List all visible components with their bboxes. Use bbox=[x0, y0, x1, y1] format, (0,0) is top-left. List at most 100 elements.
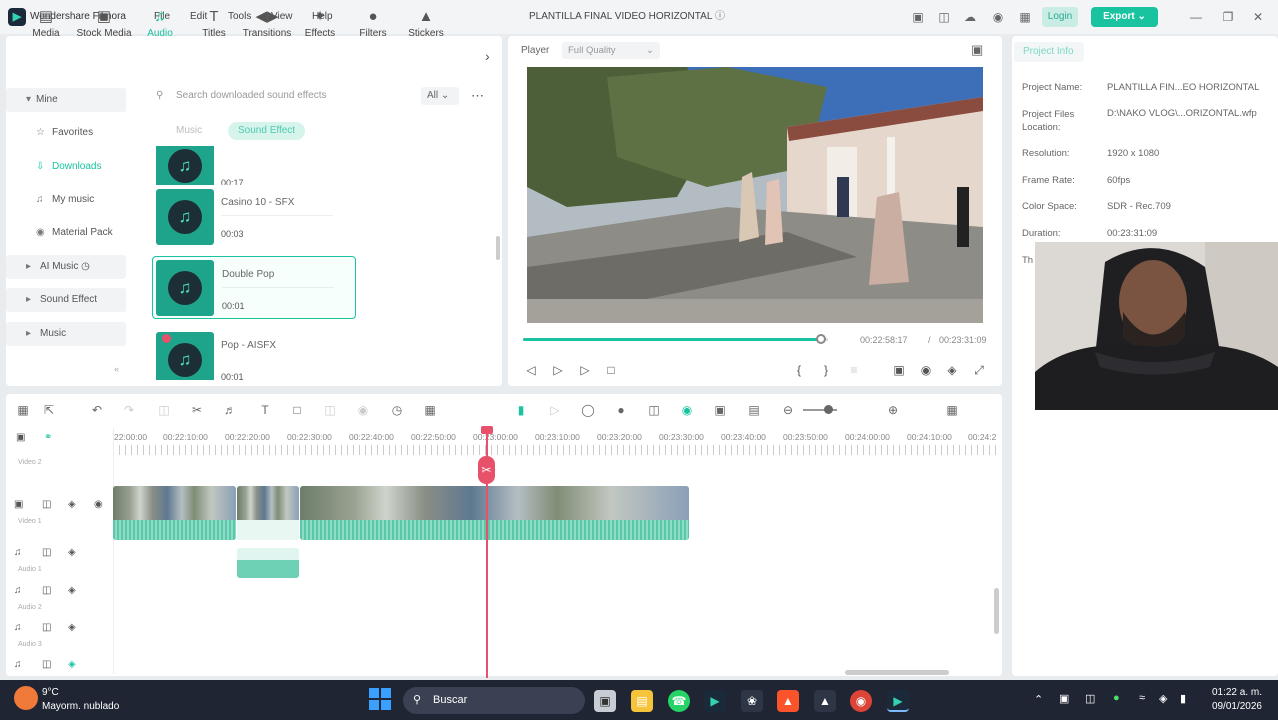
marker-icon[interactable]: ▤ bbox=[745, 403, 763, 417]
tab-project-info[interactable]: Project Info bbox=[1014, 42, 1084, 62]
chevron-up-icon[interactable]: ⌃ bbox=[1034, 693, 1043, 706]
task-view-icon[interactable]: ▣ bbox=[594, 690, 616, 712]
clock-date[interactable]: 09/01/2026 bbox=[1206, 701, 1262, 712]
mute-icon[interactable]: ◈ bbox=[68, 547, 76, 558]
color-icon[interactable]: ◉ bbox=[354, 403, 372, 417]
tab-effects[interactable]: ✦ Effects bbox=[292, 6, 348, 46]
shield-icon[interactable]: ◯ bbox=[579, 403, 597, 417]
filmora-taskbar-icon[interactable]: ▶ bbox=[704, 690, 726, 712]
delete-icon[interactable]: ◫ bbox=[155, 403, 173, 417]
undo-icon[interactable]: ↶ bbox=[88, 403, 106, 417]
play-reverse-icon[interactable]: ▷ bbox=[550, 363, 566, 377]
zoom-in-icon[interactable]: ⊕ bbox=[884, 403, 902, 417]
more-options-icon[interactable]: ⋯ bbox=[471, 88, 484, 104]
previous-frame-icon[interactable]: ◁ bbox=[523, 363, 539, 377]
apps-icon[interactable]: ▦ bbox=[1017, 9, 1033, 25]
weather-icon[interactable] bbox=[14, 686, 38, 710]
close-icon[interactable]: ✕ bbox=[1250, 9, 1266, 25]
chevron-right-icon[interactable]: › bbox=[485, 48, 490, 64]
save-icon[interactable]: ◫ bbox=[936, 9, 952, 25]
ai-tool-icon[interactable]: ▮ bbox=[512, 403, 530, 417]
render-icon[interactable]: ▷ bbox=[546, 403, 564, 417]
layout-icon[interactable]: ▦ bbox=[14, 403, 32, 417]
speaker-icon[interactable]: ◈ bbox=[1159, 692, 1167, 705]
mark-in-icon[interactable]: { bbox=[791, 363, 807, 377]
fullscreen-icon[interactable]: ⤢ bbox=[971, 363, 987, 378]
audio-edit-icon[interactable]: ♬ bbox=[221, 403, 239, 417]
restore-icon[interactable]: ❐ bbox=[1220, 9, 1236, 25]
more-tools-icon[interactable]: ▦ bbox=[421, 403, 439, 417]
crop-icon[interactable]: □ bbox=[288, 403, 306, 417]
sidebar-item-favorites[interactable]: ☆ Favorites bbox=[6, 121, 126, 145]
playhead-top-handle[interactable] bbox=[481, 426, 493, 434]
brave-icon[interactable]: ▲ bbox=[777, 690, 799, 712]
scissors-icon[interactable]: ✂ bbox=[478, 456, 495, 484]
cloud-icon[interactable]: ☁ bbox=[962, 9, 978, 25]
volume-icon[interactable]: ◈ bbox=[944, 363, 960, 377]
play-icon[interactable]: ▷ bbox=[577, 363, 593, 377]
monitor-icon[interactable]: ▣ bbox=[910, 9, 926, 25]
sound-item[interactable]: ♫ Pop - AISFX 00:01 bbox=[152, 328, 356, 380]
info-icon[interactable]: ⓘ bbox=[712, 9, 728, 25]
tray-icon[interactable]: ◫ bbox=[1085, 692, 1095, 705]
taskbar-search[interactable]: ⚲ Buscar bbox=[403, 687, 585, 714]
select-tool-icon[interactable]: ⇱ bbox=[40, 403, 58, 417]
export-button[interactable]: Export ⌄ bbox=[1091, 7, 1158, 27]
app-icon[interactable]: ▲ bbox=[814, 690, 836, 712]
davinci-icon[interactable]: ❀ bbox=[741, 690, 763, 712]
filmora-active-icon[interactable]: ▶ bbox=[887, 690, 909, 712]
timeline-vertical-scrollbar[interactable] bbox=[994, 588, 999, 634]
progress-handle[interactable] bbox=[816, 334, 826, 344]
sound-item[interactable]: ♫ Casino 10 - SFX 00:03 bbox=[152, 185, 356, 248]
transform-icon[interactable]: ◫ bbox=[321, 403, 339, 417]
tab-transitions[interactable]: ◀▶ Transitions bbox=[240, 6, 294, 46]
speed-icon[interactable]: ◷ bbox=[388, 403, 406, 417]
sidebar-item-ai-music[interactable]: ▸ AI Music ◷ bbox=[6, 255, 126, 279]
mute-icon[interactable]: ◈ bbox=[68, 659, 76, 670]
tab-media[interactable]: ▤ Media bbox=[18, 6, 74, 46]
tab-audio[interactable]: ♫ Audio bbox=[132, 6, 188, 46]
timeline-horizontal-scrollbar[interactable] bbox=[845, 670, 949, 675]
tab-stickers[interactable]: ▲ Stickers bbox=[398, 6, 454, 46]
tab-sound-effect[interactable]: Sound Effect bbox=[228, 122, 306, 140]
snap-icon[interactable]: ◉ bbox=[678, 403, 696, 417]
eye-icon[interactable]: ◉ bbox=[94, 499, 103, 510]
sidebar-item-mine[interactable]: ▾ Mine bbox=[6, 88, 126, 112]
sidebar-item-material-pack[interactable]: ◉ Material Pack bbox=[6, 221, 126, 245]
video-clip[interactable] bbox=[113, 486, 236, 540]
redo-icon[interactable]: ↷ bbox=[120, 403, 138, 417]
lock-icon[interactable]: ◫ bbox=[42, 622, 51, 633]
weather-temp[interactable]: 9°C bbox=[42, 687, 59, 698]
camera-icon[interactable]: ◉ bbox=[918, 363, 934, 377]
playback-progress[interactable] bbox=[523, 338, 821, 341]
microphone-tray-icon[interactable]: ● bbox=[1113, 692, 1120, 704]
pip-icon[interactable]: ▣ bbox=[711, 403, 729, 417]
lock-icon[interactable]: ◫ bbox=[42, 585, 51, 596]
timeline-ruler[interactable] bbox=[113, 445, 1001, 455]
whatsapp-icon[interactable]: ☎ bbox=[668, 690, 690, 712]
tab-filters[interactable]: ● Filters bbox=[345, 6, 401, 46]
video-clip[interactable] bbox=[237, 486, 299, 540]
sound-item-selected[interactable]: ♫ Double Pop 00:01 bbox=[152, 256, 356, 319]
collapse-sidebar-icon[interactable]: « bbox=[114, 364, 119, 374]
lock-icon[interactable]: ◫ bbox=[42, 659, 51, 670]
tab-titles[interactable]: T Titles bbox=[186, 6, 242, 46]
grid-view-icon[interactable]: ▦ bbox=[943, 403, 961, 417]
sidebar-item-downloads[interactable]: ⇩ Downloads bbox=[6, 155, 126, 179]
audio-duck-icon[interactable]: ◫ bbox=[645, 403, 663, 417]
quality-select[interactable]: Full Quality ⌄ bbox=[562, 42, 660, 59]
stop-icon[interactable]: □ bbox=[603, 363, 619, 377]
display-settings-icon[interactable]: ▣ bbox=[891, 363, 907, 377]
mute-icon[interactable]: ◈ bbox=[68, 622, 76, 633]
weather-desc[interactable]: Mayorm. nublado bbox=[42, 701, 119, 712]
zoom-out-icon[interactable]: ⊖ bbox=[779, 403, 797, 417]
filter-select[interactable]: All ⌄ bbox=[421, 87, 459, 105]
snapshot-icon[interactable]: ▣ bbox=[971, 42, 983, 58]
sidebar-item-my-music[interactable]: ♫ My music bbox=[6, 188, 126, 212]
lock-icon[interactable]: ◫ bbox=[42, 547, 51, 558]
battery-icon[interactable]: ▮ bbox=[1180, 692, 1186, 705]
lock-icon[interactable]: ◫ bbox=[42, 499, 51, 510]
text-icon[interactable]: T bbox=[256, 403, 274, 417]
headset-icon[interactable]: ◉ bbox=[990, 9, 1006, 25]
windows-start-icon[interactable] bbox=[369, 688, 391, 710]
